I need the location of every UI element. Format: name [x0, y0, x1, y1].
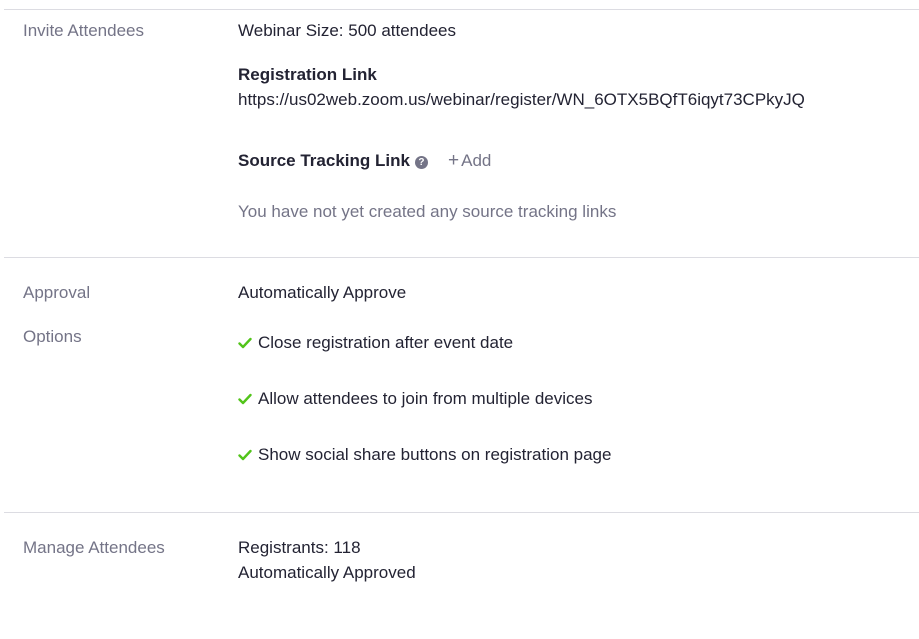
option-item: Allow attendees to join from multiple de…: [238, 389, 593, 409]
invite-attendees-label: Invite Attendees: [23, 21, 144, 40]
add-label: Add: [461, 151, 492, 170]
add-source-tracking-button[interactable]: + Add: [448, 151, 491, 171]
option-item-label: Allow attendees to join from multiple de…: [258, 389, 593, 408]
registration-link-url[interactable]: https://us02web.zoom.us/webinar/register…: [238, 90, 805, 110]
option-item: Show social share buttons on registratio…: [238, 445, 611, 465]
source-tracking-link-title: Source Tracking Link?: [238, 151, 428, 171]
help-icon[interactable]: ?: [414, 156, 428, 169]
check-icon: [238, 337, 252, 349]
approval-value: Automatically Approve: [238, 283, 407, 302]
options-label: Options: [23, 327, 82, 346]
manage-attendees-label: Manage Attendees: [23, 538, 165, 557]
approval-status: Automatically Approved: [238, 563, 416, 582]
check-icon: [238, 449, 252, 461]
registrants-count[interactable]: Registrants: 118: [238, 538, 361, 558]
option-item-label: Show social share buttons on registratio…: [258, 445, 612, 464]
source-tracking-link-label: Source Tracking Link: [238, 151, 410, 170]
option-item-label: Close registration after event date: [258, 333, 514, 352]
option-item: Close registration after event date: [238, 333, 513, 353]
check-icon: [238, 393, 252, 405]
top-divider: [4, 9, 919, 10]
section-divider-1: [4, 257, 919, 258]
source-tracking-empty-text: You have not yet created any source trac…: [238, 202, 617, 221]
plus-icon: +: [448, 150, 460, 171]
section-divider-2: [4, 512, 919, 513]
webinar-size-text: Webinar Size: 500 attendees: [238, 21, 456, 40]
approval-label: Approval: [23, 283, 91, 302]
registration-link-title: Registration Link: [238, 65, 377, 84]
